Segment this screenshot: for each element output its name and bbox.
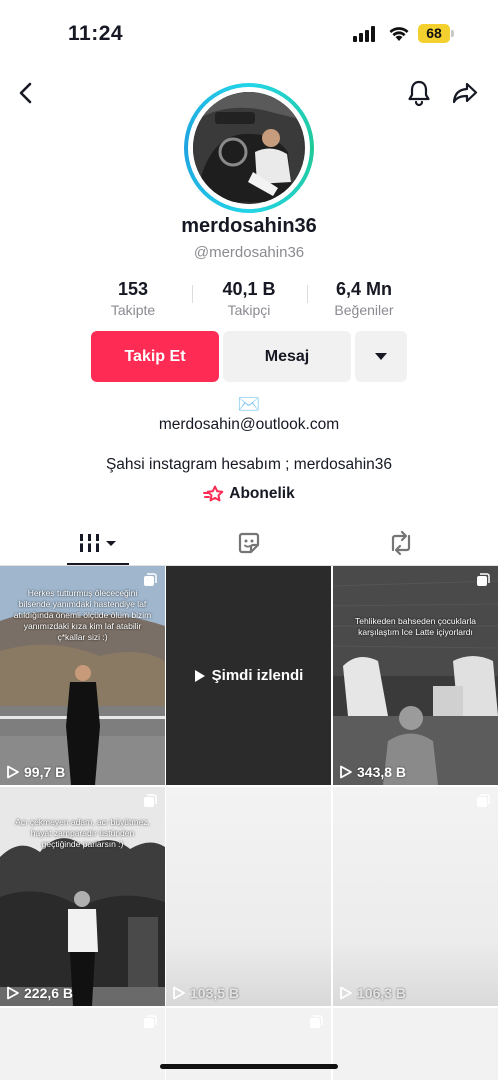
stat-followers[interactable]: 40,1 B Takipçi [194,278,304,319]
play-outline-icon [173,986,185,1000]
view-count-value: 222,6 B [24,985,74,1001]
multi-photo-icon [144,573,157,586]
play-outline-icon [340,765,352,779]
video-tile[interactable]: Şimdi izlendi [166,566,331,785]
subscription-link[interactable]: Abonelik [0,485,498,503]
cellular-signal-icon [353,26,379,42]
message-button[interactable]: Mesaj [223,331,351,382]
video-tile[interactable]: Acı çekmeyen adam, acı büyütmez, hayat z… [0,787,165,1006]
active-tab-indicator [67,563,129,565]
view-count: 343,8 B [339,764,406,780]
battery-icon: 68 [418,24,454,43]
caret-down-icon [375,352,387,360]
video-tile[interactable]: 103,5 B [166,787,331,1006]
multi-photo-icon [477,794,490,807]
following-label: Takipte [110,302,156,318]
view-count-value: 99,7 B [24,764,66,780]
chevron-left-icon [19,82,32,104]
sticker-icon [238,532,260,554]
play-outline-icon [340,986,352,1000]
subscription-star-icon [203,485,224,502]
likes-count: 6,4 Mn [335,279,392,299]
profile-stats: 153 Takipte 40,1 B Takipçi 6,4 Mn Beğeni… [0,278,498,320]
bio-email: merdosahin@outlook.com [158,416,340,433]
video-thumbnail [333,566,498,785]
user-handle: @merdosahin36 [193,244,305,261]
stat-divider [307,285,308,303]
follow-button[interactable]: Takip Et [91,331,219,382]
battery-level: 68 [418,24,450,43]
status-time: 11:24 [68,22,124,45]
video-tile[interactable] [333,1008,498,1080]
followers-count: 40,1 B [222,279,276,299]
view-count: 222,6 B [6,985,73,1001]
video-tile[interactable] [166,1008,331,1080]
back-button[interactable] [10,77,42,109]
view-count-value: 343,8 B [357,764,407,780]
stat-divider [192,285,193,303]
content-tabs [0,520,498,566]
profile-photo [193,92,305,204]
bell-icon [408,80,430,107]
view-count-value: 103,5 B [190,985,240,1001]
video-caption: Herkes tutturmuş ölececeğini bilsende ya… [13,588,152,642]
multi-photo-icon [144,794,157,807]
followers-label: Takipçi [227,302,271,318]
share-button[interactable] [449,77,481,109]
bio-text: Şahsi instagram hesabım ; merdosahin36 [105,456,393,473]
envelope-emoji: ✉️ [237,394,261,414]
view-count: 106,3 B [339,985,406,1001]
play-icon [194,669,205,682]
video-tile[interactable]: Herkes tutturmuş ölececeğini bilsende ya… [0,566,165,785]
view-count-value: 106,3 B [357,985,407,1001]
recently-watched-label: Şimdi izlendi [211,667,304,684]
tab-videos[interactable] [15,520,181,566]
stat-likes[interactable]: 6,4 Mn Beğeniler [309,278,419,319]
following-count: 153 [117,279,149,299]
multi-photo-icon [144,1015,157,1028]
recently-watched-overlay: Şimdi izlendi [166,566,331,785]
video-tile[interactable]: Tehlikeden bahseden çocuklarla karşılaşt… [333,566,498,785]
video-caption: Tehlikeden bahseden çocuklarla karşılaşt… [355,616,476,637]
username: merdosahin36 [181,215,317,237]
repost-icon [391,530,411,556]
wifi-icon [389,27,409,41]
video-tile[interactable]: 106,3 B [333,787,498,1006]
tab-tagged[interactable] [166,520,332,566]
view-count: 103,5 B [172,985,239,1001]
home-indicator[interactable] [160,1064,338,1069]
multi-photo-icon [477,573,490,586]
stat-following[interactable]: 153 Takipte [78,278,188,319]
likes-label: Beğeniler [334,302,394,318]
status-bar: 11:24 68 [0,0,498,66]
play-outline-icon [7,765,19,779]
multi-photo-icon [310,1015,323,1028]
video-grid-icon [79,534,116,552]
play-outline-icon [7,986,19,1000]
view-count: 99,7 B [6,764,65,780]
subscription-label: Abonelik [229,485,295,502]
share-arrow-icon [452,82,478,104]
more-options-button[interactable] [355,331,407,382]
avatar[interactable] [184,83,314,213]
tab-reposts[interactable] [318,520,484,566]
notification-bell-button[interactable] [403,77,435,109]
video-caption: Acı çekmeyen adam, acı büyütmez, hayat z… [15,817,150,849]
video-tile[interactable] [0,1008,165,1080]
